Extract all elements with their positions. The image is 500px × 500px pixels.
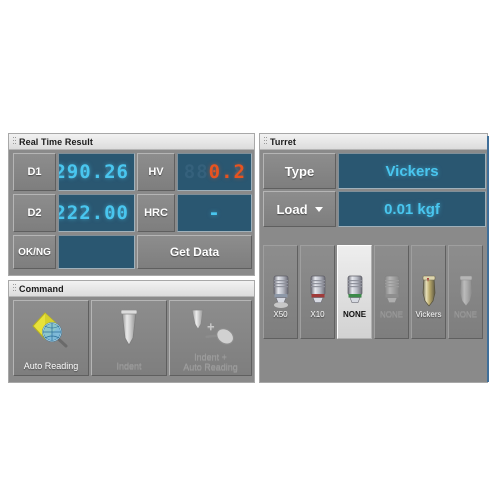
diamond-magnifier-icon [14, 307, 88, 351]
turret-body: Type Vickers Load 0.01 kgf X50 X10 NONE … [260, 149, 487, 382]
turret-slot-4-label: NONE [379, 310, 404, 319]
drag-grip-icon[interactable] [11, 283, 19, 294]
hrc-display: - [177, 194, 252, 232]
okng-display [58, 235, 135, 269]
turret-slot-5[interactable]: Vickers [411, 245, 446, 339]
turret-panel: Turret Type Vickers Load 0.01 kgf X50 X1… [259, 133, 488, 383]
d2-label-button[interactable]: D2 [13, 194, 56, 232]
auto-reading-button[interactable]: Auto Reading [13, 300, 89, 376]
command-body: Auto Reading Indent + Indent + Auto Read… [9, 296, 254, 382]
d2-display: 888.88 222.00 [58, 194, 135, 232]
turret-slot-3[interactable]: NONE [337, 245, 372, 339]
drag-grip-icon[interactable] [11, 136, 19, 147]
chevron-down-icon [314, 206, 323, 212]
real-time-result-body: D1 888.88 290.26 HV 888.8 0.2 D2 888.88 … [9, 149, 254, 275]
hrc-label-button[interactable]: HRC [137, 194, 175, 232]
turret-slot-2[interactable]: X10 [300, 245, 335, 339]
instrument-control-panel: Real Time Result D1 888.88 290.26 HV 888… [8, 133, 488, 383]
hv-label-button[interactable]: HV [137, 153, 175, 191]
turret-slot-3-label: NONE [342, 310, 367, 319]
real-time-result-panel: Real Time Result D1 888.88 290.26 HV 888… [8, 133, 255, 276]
turret-header: Turret [260, 134, 487, 150]
load-value: 0.01 kgf [384, 200, 440, 218]
command-panel: Command Auto Reading Indent + Indent + A… [8, 280, 255, 383]
ipar-line1: Indent + [194, 352, 227, 362]
indent-label: Indent [116, 361, 142, 371]
hv-value: 0.2 [208, 161, 246, 183]
turret-slot-2-label: X10 [310, 310, 325, 319]
ipar-line2: Auto Reading [183, 362, 238, 372]
objective-lens-icon [264, 274, 297, 308]
turret-slot-1-label: X50 [273, 310, 288, 319]
auto-reading-label: Auto Reading [23, 361, 79, 371]
right-accent-edge [487, 136, 489, 382]
okng-label-button[interactable]: OK/NG [13, 235, 56, 269]
hrc-value: - [208, 202, 221, 224]
indent-button[interactable]: Indent [91, 300, 167, 376]
d2-value: 222.00 [58, 202, 129, 224]
indenter-icon [449, 274, 482, 308]
load-value-display: 0.01 kgf [338, 191, 486, 227]
real-time-result-title: Real Time Result [19, 136, 93, 147]
d1-value: 290.26 [58, 161, 129, 183]
objective-lens-icon [338, 274, 371, 308]
turret-title: Turret [270, 136, 296, 147]
objective-lens-icon [375, 274, 408, 308]
indenter-plus-magnifier-icon: + [170, 307, 251, 351]
vickers-indenter-icon [412, 274, 445, 308]
drag-grip-icon[interactable] [262, 136, 270, 147]
turret-slot-5-label: Vickers [415, 310, 442, 319]
load-label: Load [276, 201, 308, 217]
type-button[interactable]: Type [263, 153, 336, 189]
type-value-display: Vickers [338, 153, 486, 189]
d1-display: 888.88 290.26 [58, 153, 135, 191]
indent-plus-auto-reading-label: Indent + Auto Reading [183, 352, 238, 372]
type-value: Vickers [385, 162, 439, 180]
indent-plus-auto-reading-button[interactable]: + Indent + Auto Reading [169, 300, 252, 376]
turret-slot-4[interactable]: NONE [374, 245, 409, 339]
load-dropdown-button[interactable]: Load [263, 191, 336, 227]
hv-display: 888.8 0.2 [177, 153, 252, 191]
get-data-button[interactable]: Get Data [137, 235, 252, 269]
objective-lens-icon [301, 274, 334, 308]
real-time-result-header: Real Time Result [9, 134, 254, 150]
command-title: Command [19, 283, 64, 294]
turret-slot-6[interactable]: NONE [448, 245, 483, 339]
d1-label-button[interactable]: D1 [13, 153, 56, 191]
svg-text:+: + [207, 319, 215, 334]
indenter-icon [92, 307, 166, 351]
turret-slot-6-label: NONE [453, 310, 478, 319]
command-header: Command [9, 281, 254, 297]
turret-slot-1[interactable]: X50 [263, 245, 298, 339]
